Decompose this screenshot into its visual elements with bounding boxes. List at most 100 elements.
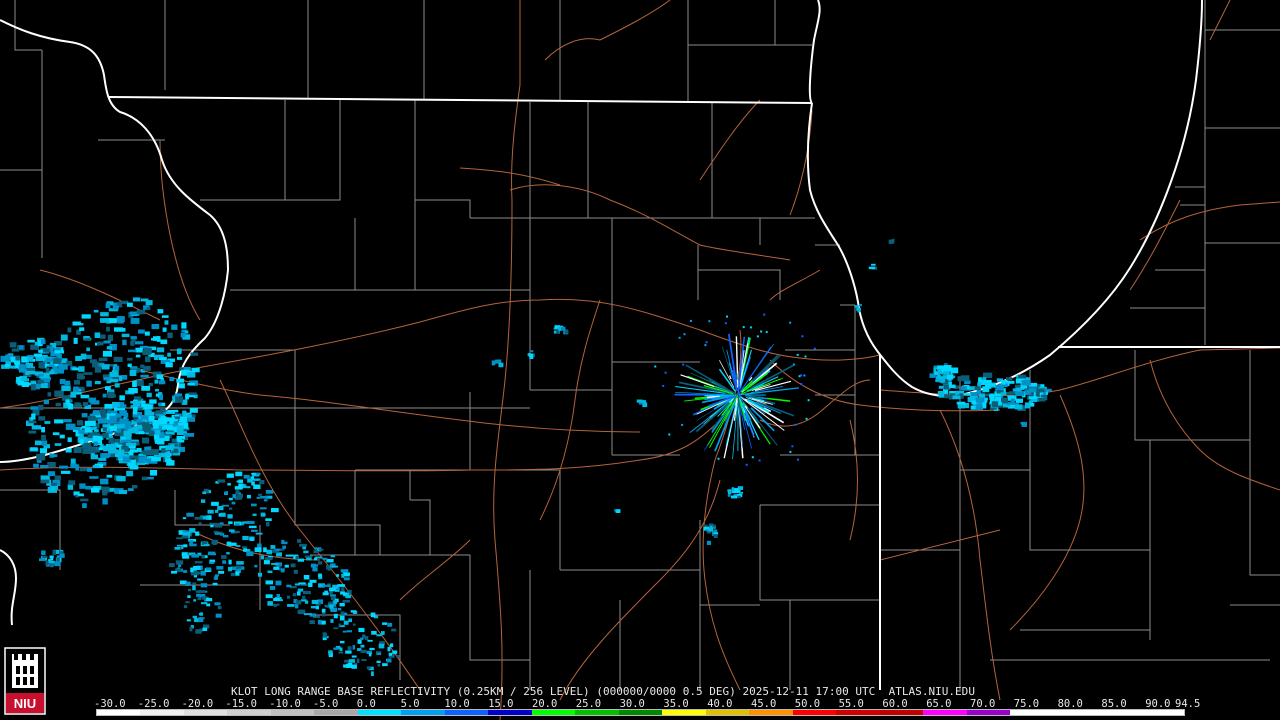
echo-pixel [50, 557, 54, 561]
echo-pixel [19, 345, 24, 350]
echo-pixel [155, 410, 164, 414]
echo-pixel [267, 601, 273, 606]
echo-pixel [739, 491, 744, 494]
echo-pixel [304, 555, 313, 558]
echo-pixel [130, 317, 140, 324]
echo-pixel [202, 491, 207, 495]
echo-pixel [27, 356, 33, 362]
echo-pixel [309, 620, 315, 624]
echo-pixel [97, 341, 104, 346]
color-bar-segment [270, 710, 315, 715]
echo-pixel [222, 560, 227, 564]
echo-pixel [265, 594, 273, 599]
echo-pixel [217, 479, 226, 483]
clutter-speck [742, 326, 745, 329]
echo-pixel [338, 651, 344, 654]
echo-pixel [88, 397, 97, 403]
echo-pixel [109, 394, 116, 398]
echo-pixel [213, 576, 217, 580]
echo-pixel [360, 637, 364, 640]
echo-pixel [944, 394, 954, 399]
echo-pixel [337, 584, 345, 587]
echo-pixel [247, 494, 251, 499]
echo-pixel [105, 303, 111, 309]
echo-pixel [118, 375, 123, 382]
echo-pixel [137, 407, 143, 411]
echo-pixel [15, 363, 19, 369]
echo-pixel [215, 509, 219, 513]
clutter-speck [756, 335, 759, 338]
echo-pixel [198, 590, 205, 593]
color-bar-segment [488, 710, 532, 715]
color-bar-segment [531, 710, 576, 715]
echo-pixel [138, 456, 148, 463]
echo-pixel [960, 375, 970, 382]
echo-pixel [79, 327, 85, 331]
echo-pixel [47, 462, 56, 468]
echo-pixel [109, 425, 117, 432]
echo-pixel [132, 297, 141, 302]
radar-map [0, 0, 1280, 720]
echo-pixel [212, 582, 218, 586]
echo-pixel [65, 423, 76, 430]
echo-pixel [146, 446, 152, 451]
echo-pixel [150, 470, 158, 476]
echo-pixel [370, 612, 376, 618]
echo-pixel [235, 471, 243, 477]
echo-pixel [41, 427, 45, 433]
echo-pixel [226, 473, 234, 478]
echo-pixel [360, 644, 365, 648]
echo-pixel [255, 532, 263, 535]
echo-pixel [80, 394, 90, 399]
echo-pixel [189, 626, 193, 632]
echo-pixel [201, 554, 205, 559]
echo-pixel [82, 503, 87, 509]
echo-pixel [228, 497, 233, 501]
echo-pixel [234, 486, 243, 490]
echo-pixel [41, 550, 46, 555]
echo-pixel [128, 349, 137, 353]
echo-pixel [178, 383, 185, 389]
echo-pixel [181, 535, 189, 539]
echo-pixel [171, 570, 177, 574]
echo-pixel [281, 539, 285, 544]
echo-pixel [24, 382, 32, 386]
echo-pixel [28, 430, 37, 434]
echo-pixel [156, 347, 165, 353]
echo-pixel [150, 449, 159, 455]
echo-pixel [260, 496, 268, 499]
echo-pixel [209, 522, 215, 525]
echo-pixel [70, 458, 76, 465]
echo-pixel [321, 608, 326, 613]
echo-pixel [89, 476, 99, 479]
echo-pixel [129, 311, 137, 316]
echo-pixel [265, 518, 272, 521]
echo-pixel [224, 491, 229, 495]
echo-pixel [187, 588, 191, 592]
echo-pixel [162, 425, 173, 429]
echo-pixel [243, 474, 250, 479]
echo-pixel [54, 350, 65, 354]
echo-pixel [77, 493, 84, 497]
echo-pixel [217, 506, 223, 510]
echo-pixel [942, 371, 949, 375]
echo-pixel [274, 548, 281, 551]
echo-pixel [204, 590, 208, 593]
echo-pixel [183, 570, 188, 573]
echo-pixel [228, 559, 232, 565]
echo-pixel [40, 479, 50, 484]
echo-pixel [350, 610, 357, 613]
echo-pixel [332, 600, 338, 604]
echo-pixel [102, 498, 108, 505]
clutter-speck [678, 336, 681, 339]
echo-pixel [192, 585, 196, 591]
echo-pixel [282, 545, 286, 549]
echo-pixel [187, 595, 191, 598]
echo-pixel [341, 587, 345, 592]
echo-pixel [43, 399, 49, 405]
echo-pixel [201, 499, 206, 503]
echo-pixel [54, 561, 61, 567]
clutter-speck [682, 363, 685, 366]
echo-pixel [205, 567, 211, 571]
echo-pixel [1035, 391, 1040, 397]
